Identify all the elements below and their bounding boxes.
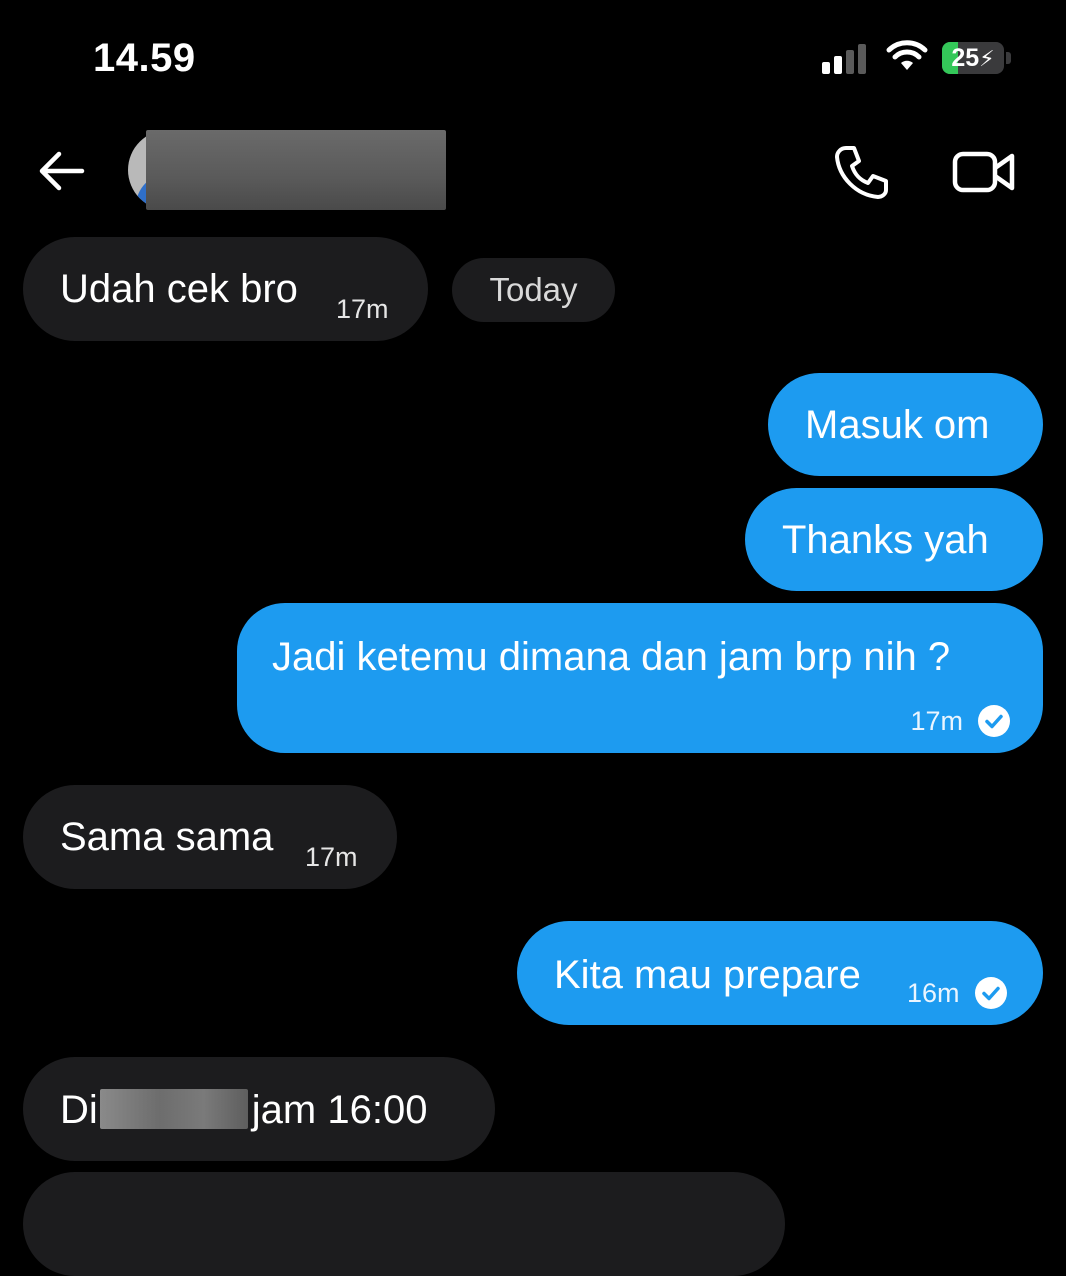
cellular-signal-icon bbox=[822, 44, 868, 74]
message-text: Jadi ketemu dimana dan jam brp nih ? bbox=[272, 635, 951, 679]
wifi-icon bbox=[886, 40, 928, 70]
message-text: Masuk om bbox=[805, 403, 990, 447]
message-text: Kita mau prepare bbox=[554, 953, 861, 997]
message-time: 17m bbox=[336, 294, 389, 324]
bolt-icon: ⚡ bbox=[979, 46, 995, 71]
message-bubble-incoming[interactable] bbox=[23, 1172, 785, 1276]
battery-indicator: 25⚡ bbox=[942, 42, 1014, 76]
phone-icon[interactable] bbox=[832, 144, 890, 200]
message-bubble-incoming[interactable]: Sama sama 17m bbox=[23, 785, 397, 889]
redacted-text bbox=[99, 1089, 248, 1129]
message-text-before: Di bbox=[60, 1088, 98, 1132]
message-bubble-outgoing[interactable]: Jadi ketemu dimana dan jam brp nih ? 17m bbox=[237, 603, 1043, 753]
arrow-left-icon[interactable] bbox=[36, 148, 86, 194]
message-time: 17m bbox=[910, 706, 963, 736]
message-text: Udah cek bro bbox=[60, 267, 298, 311]
check-circle-icon bbox=[974, 977, 1007, 1009]
contact-name-redacted[interactable] bbox=[146, 130, 446, 210]
message-bubble-incoming[interactable]: Di jam 16:00 bbox=[23, 1057, 495, 1161]
message-bubble-outgoing[interactable]: Thanks yah bbox=[745, 488, 1043, 591]
date-separator: Today bbox=[452, 258, 615, 322]
message-bubble-outgoing[interactable]: Masuk om bbox=[768, 373, 1043, 476]
check-circle-icon bbox=[978, 705, 1010, 737]
message-bubble-incoming[interactable]: Udah cek bro 17m bbox=[23, 237, 428, 341]
status-time: 14.59 bbox=[93, 36, 196, 80]
message-time: 17m bbox=[305, 842, 358, 872]
battery-level: 25 bbox=[951, 44, 980, 72]
message-bubble-outgoing[interactable]: Kita mau prepare 16m bbox=[517, 921, 1043, 1025]
message-time: 16m bbox=[907, 978, 960, 1008]
video-camera-icon[interactable] bbox=[952, 148, 1016, 196]
message-text: Sama sama bbox=[60, 815, 274, 859]
message-text-after: jam 16:00 bbox=[251, 1088, 428, 1132]
message-text: Thanks yah bbox=[782, 518, 989, 562]
